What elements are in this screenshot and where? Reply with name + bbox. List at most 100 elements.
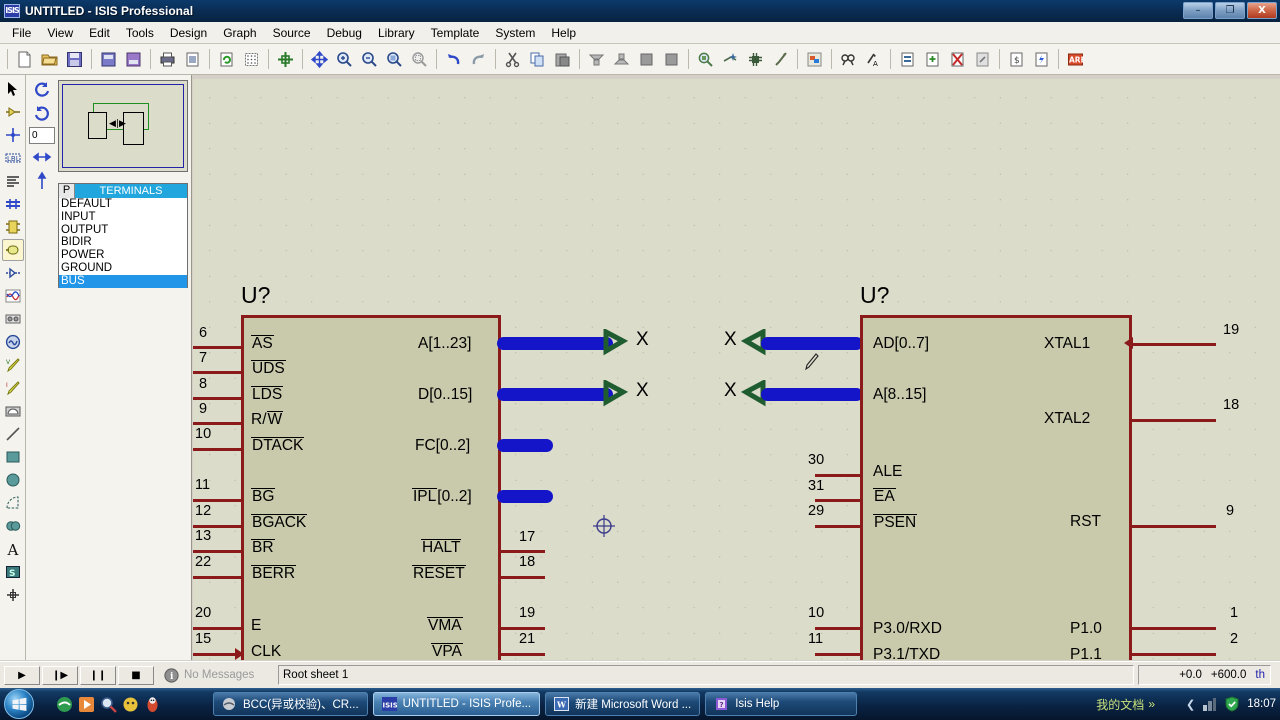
selection-mode-icon[interactable] [2, 78, 24, 100]
zoom-out-icon[interactable] [358, 48, 381, 71]
component-mode-icon[interactable] [2, 101, 24, 123]
bill-of-materials-icon[interactable]: $ [1005, 48, 1028, 71]
list-item[interactable]: DEFAULT [59, 198, 187, 211]
qq-quicklaunch-icon[interactable] [122, 696, 139, 713]
design-explorer-icon[interactable]: A [862, 48, 885, 71]
2d-text-icon[interactable]: A [2, 538, 24, 560]
bus-terminal-out-2[interactable] [603, 380, 633, 410]
mirror-horizontal-icon[interactable] [30, 146, 54, 168]
bus-wire[interactable] [497, 388, 613, 401]
menu-system[interactable]: System [487, 24, 543, 42]
stop-button[interactable]: ■ [118, 665, 154, 685]
network-tray-icon[interactable] [1202, 697, 1217, 712]
decompose-icon[interactable] [769, 48, 792, 71]
origin-icon[interactable] [274, 48, 297, 71]
pause-button[interactable]: ❙❙ [80, 665, 116, 685]
menu-view[interactable]: View [39, 24, 81, 42]
2d-circle-icon[interactable] [2, 469, 24, 491]
new-file-icon[interactable] [13, 48, 36, 71]
refresh-icon[interactable] [215, 48, 238, 71]
bus-wire[interactable] [761, 388, 863, 401]
export-section-icon[interactable] [122, 48, 145, 71]
windows-start-orb[interactable] [4, 689, 34, 719]
close-button[interactable]: X [1247, 2, 1277, 19]
menu-design[interactable]: Design [162, 24, 215, 42]
language-bar-expand[interactable]: » [1148, 697, 1155, 711]
list-item[interactable]: POWER [59, 249, 187, 262]
taskbar-item-isis-help[interactable]: ? Isis Help [705, 692, 858, 716]
bus-wire[interactable] [497, 337, 613, 350]
terminals-mode-icon[interactable] [1, 239, 24, 261]
taskbar-item-word[interactable]: W 新建 Microsoft Word ... [545, 692, 701, 716]
bus-wire[interactable] [761, 337, 863, 350]
paste-icon[interactable] [551, 48, 574, 71]
2d-box-icon[interactable] [2, 446, 24, 468]
toggle-grid-icon[interactable] [240, 48, 263, 71]
rotation-input[interactable] [29, 127, 55, 144]
tape-recorder-icon[interactable] [2, 308, 24, 330]
rotate-counterclockwise-icon[interactable] [30, 103, 54, 125]
menu-source[interactable]: Source [265, 24, 319, 42]
penguin-quicklaunch-icon[interactable] [144, 696, 161, 713]
ie-quicklaunch-icon[interactable] [56, 696, 73, 713]
ares-icon[interactable]: ARES [1064, 48, 1087, 71]
2d-arc-icon[interactable] [2, 492, 24, 514]
wire-label-icon[interactable] [803, 48, 826, 71]
list-item[interactable]: GROUND [59, 262, 187, 275]
zoom-in-icon[interactable] [333, 48, 356, 71]
packaging-tool-icon[interactable] [744, 48, 767, 71]
list-item[interactable]: BIDIR [59, 236, 187, 249]
menu-debug[interactable]: Debug [319, 24, 370, 42]
2d-marker-icon[interactable] [2, 584, 24, 606]
junction-dot-icon[interactable] [2, 124, 24, 146]
electrical-rule-check-icon[interactable] [1030, 48, 1053, 71]
step-button[interactable]: ❙▶ [42, 665, 78, 685]
redo-icon[interactable] [467, 48, 490, 71]
make-device-icon[interactable] [719, 48, 742, 71]
current-probe-icon[interactable]: I [2, 377, 24, 399]
block-copy-icon[interactable] [585, 48, 608, 71]
remove-sheet-icon[interactable] [921, 48, 944, 71]
menu-help[interactable]: Help [543, 24, 584, 42]
bus-terminal-label[interactable]: X [636, 380, 649, 402]
bus-wire[interactable] [497, 439, 553, 452]
block-move-icon[interactable] [610, 48, 633, 71]
bus-terminal-label[interactable]: X [724, 329, 737, 351]
component-u2-body[interactable] [860, 315, 1132, 660]
text-script-icon[interactable] [2, 170, 24, 192]
menu-graph[interactable]: Graph [215, 24, 264, 42]
play-button[interactable]: ▶ [4, 665, 40, 685]
maximize-button[interactable]: ❐ [1215, 2, 1245, 19]
security-tray-icon[interactable] [1224, 696, 1240, 712]
wire-label-mode-icon[interactable]: LBL [2, 147, 24, 169]
pick-device-icon[interactable] [694, 48, 717, 71]
pick-from-library-button[interactable]: P [59, 184, 75, 198]
menu-tools[interactable]: Tools [118, 24, 162, 42]
generator-mode-icon[interactable] [2, 331, 24, 353]
block-delete-icon[interactable] [660, 48, 683, 71]
property-assignment-icon[interactable] [837, 48, 860, 71]
bus-wire[interactable] [497, 490, 553, 503]
open-file-icon[interactable] [38, 48, 61, 71]
new-sheet-icon[interactable] [896, 48, 919, 71]
bus-terminal-label[interactable]: X [636, 329, 649, 351]
list-item[interactable]: INPUT [59, 211, 187, 224]
device-pins-icon[interactable] [2, 262, 24, 284]
virtual-instruments-icon[interactable] [2, 400, 24, 422]
message-area[interactable]: i No Messages [164, 667, 274, 683]
cut-icon[interactable] [501, 48, 524, 71]
menu-file[interactable]: File [4, 24, 39, 42]
import-section-icon[interactable] [97, 48, 120, 71]
subcircuit-icon[interactable] [2, 216, 24, 238]
bus-terminal-out-1[interactable] [603, 329, 633, 359]
save-file-icon[interactable] [63, 48, 86, 71]
print-area-icon[interactable] [181, 48, 204, 71]
list-item[interactable]: OUTPUT [59, 224, 187, 237]
buses-mode-icon[interactable] [2, 193, 24, 215]
minimize-button[interactable]: – [1183, 2, 1213, 19]
copy-icon[interactable] [526, 48, 549, 71]
mirror-vertical-icon[interactable] [30, 170, 54, 192]
taskbar-item-isis[interactable]: ISIS UNTITLED - ISIS Profe... [372, 692, 541, 716]
component-u1-reference[interactable]: U? [241, 282, 270, 309]
language-bar[interactable]: 我的文档 » [1096, 696, 1155, 713]
